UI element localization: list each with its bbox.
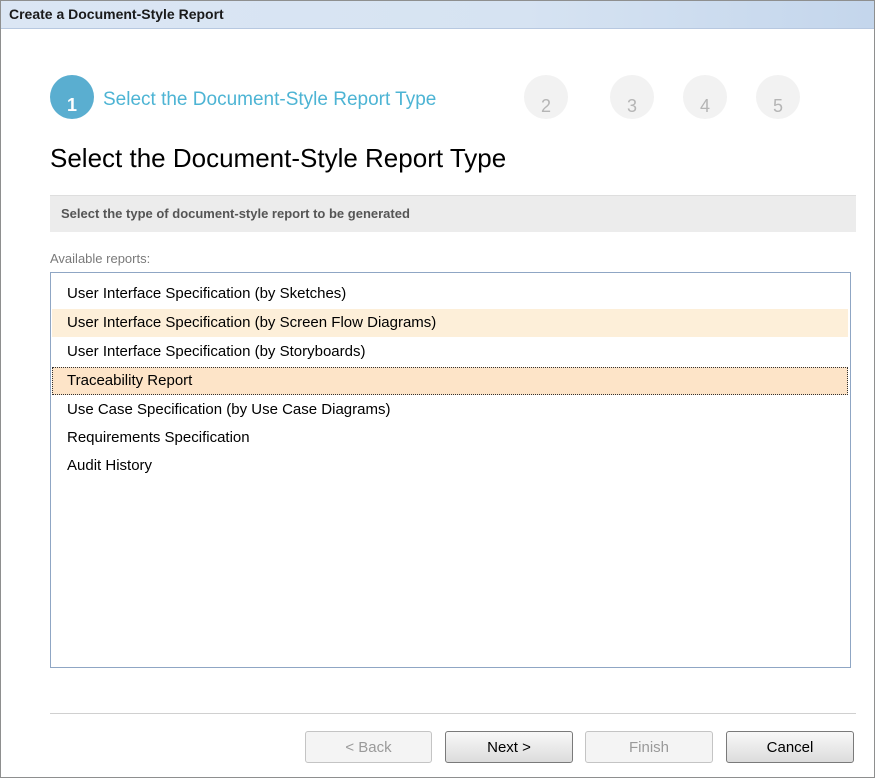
cancel-button[interactable]: Cancel — [726, 731, 854, 763]
next-button[interactable]: Next > — [445, 731, 573, 763]
wizard-steps: 1 Select the Document-Style Report Type … — [50, 75, 810, 119]
back-button[interactable]: < Back — [305, 731, 432, 763]
step-2-number: 2 — [540, 96, 551, 116]
available-reports-label: Available reports: — [50, 251, 151, 266]
report-wizard-dialog: Create a Document-Style Report 1 Select … — [0, 0, 875, 778]
list-item-ui-spec-sketches[interactable]: User Interface Specification (by Sketche… — [52, 280, 848, 308]
window-title: Create a Document-Style Report — [9, 6, 224, 22]
list-item-ui-spec-storyboards[interactable]: User Interface Specification (by Storybo… — [52, 338, 848, 366]
step-1-indicator: 1 — [50, 75, 94, 119]
list-item-audit-history[interactable]: Audit History — [52, 452, 848, 480]
step-1-number: 1 — [66, 95, 77, 115]
step-4-number: 4 — [699, 96, 710, 116]
page-title: Select the Document-Style Report Type — [50, 143, 507, 173]
list-item-requirements-spec[interactable]: Requirements Specification — [52, 424, 848, 452]
list-item-use-case-spec[interactable]: Use Case Specification (by Use Case Diag… — [52, 396, 848, 424]
list-item-traceability-report[interactable]: Traceability Report — [52, 367, 848, 395]
description-bar: Select the type of document-style report… — [50, 195, 856, 232]
step-2-indicator: 2 — [524, 75, 568, 119]
step-3-indicator: 3 — [610, 75, 654, 119]
step-5-indicator: 5 — [756, 75, 800, 119]
reports-listbox[interactable]: User Interface Specification (by Sketche… — [50, 272, 851, 668]
list-item-ui-spec-screen-flow[interactable]: User Interface Specification (by Screen … — [52, 309, 848, 337]
title-bar[interactable]: Create a Document-Style Report — [1, 1, 874, 29]
footer-separator — [50, 713, 856, 714]
step-3-number: 3 — [626, 96, 637, 116]
step-5-number: 5 — [772, 96, 783, 116]
step-4-indicator: 4 — [683, 75, 727, 119]
step-1-label: Select the Document-Style Report Type — [103, 89, 437, 110]
finish-button[interactable]: Finish — [585, 731, 713, 763]
description-text: Select the type of document-style report… — [61, 206, 410, 221]
